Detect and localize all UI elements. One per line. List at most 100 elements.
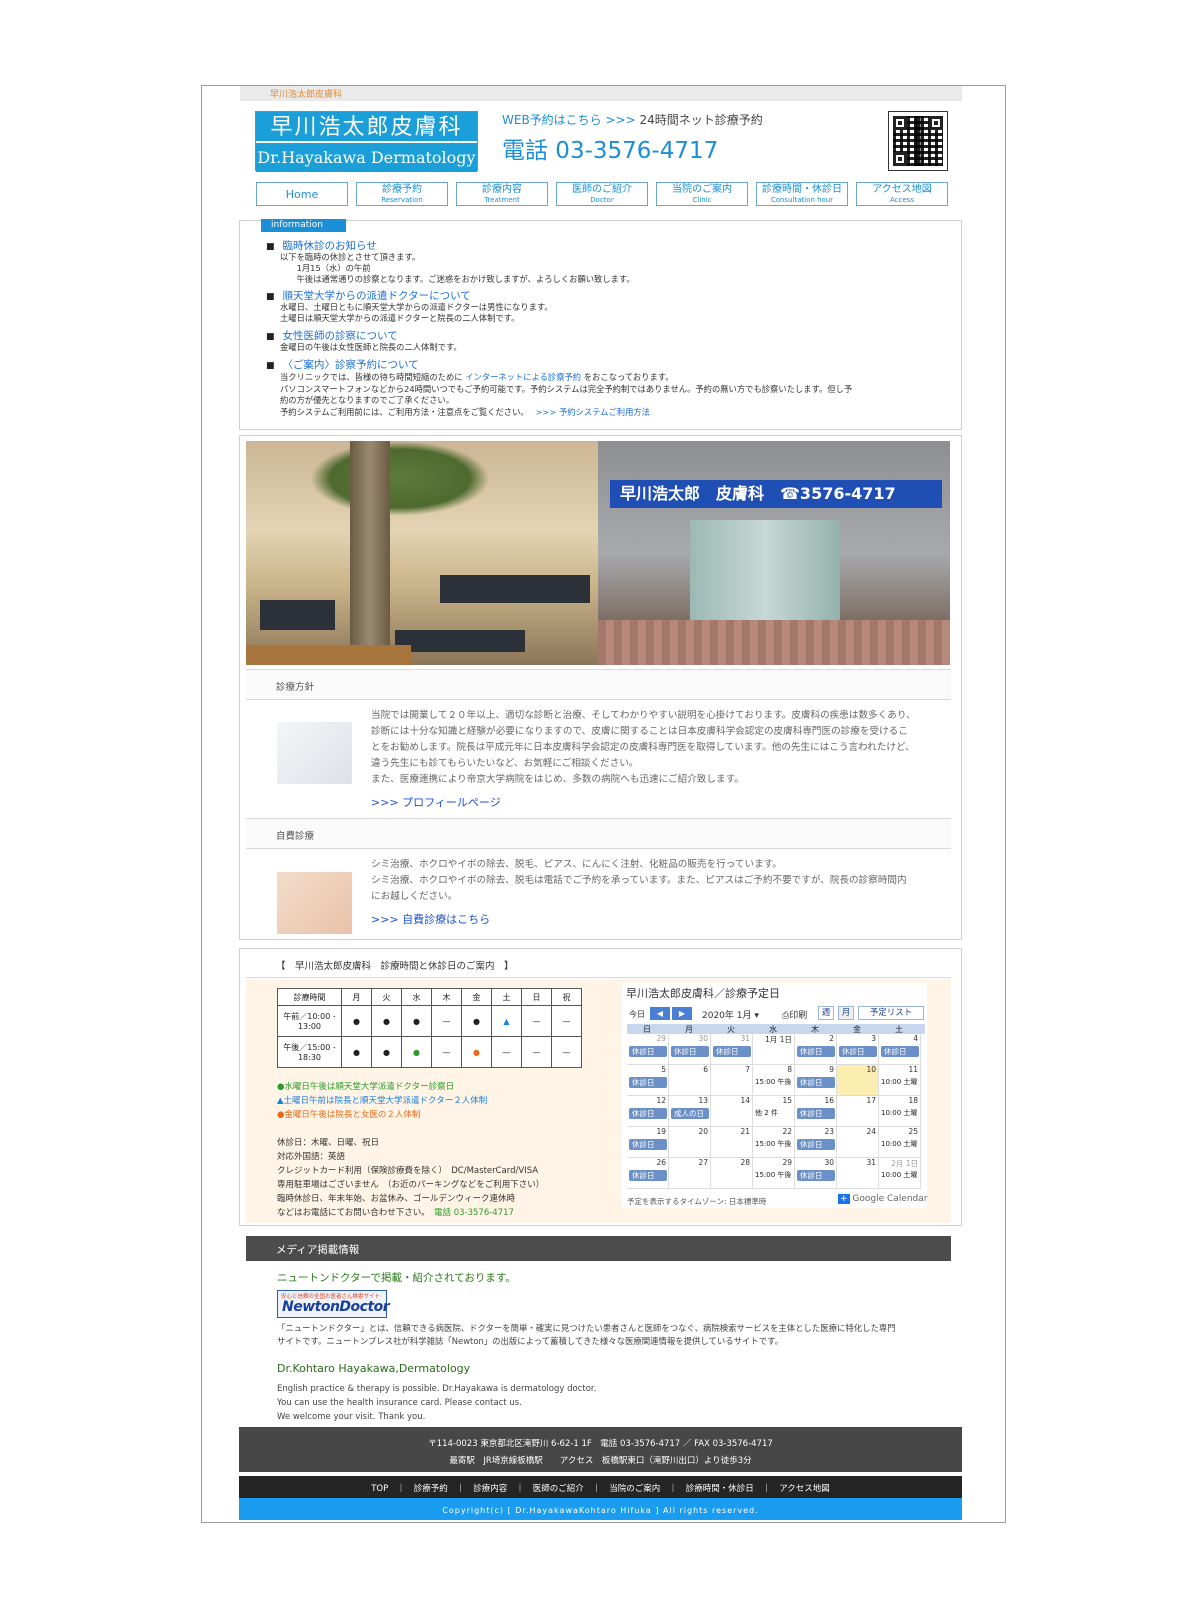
calendar-day[interactable]: 1月 1日 (753, 1034, 795, 1065)
web-reservation-link[interactable]: WEB予約はこちら >>> 24時間ネット診療予約 (502, 111, 763, 128)
calendar-list-button[interactable]: 予定リスト (858, 1006, 924, 1020)
footer-links[interactable]: TOP ｜ 診療予約 ｜ 診療内容 ｜ 医師のご紹介 ｜ 当院のご案内 ｜ 診療… (239, 1476, 962, 1498)
hours-header-cell: 祝 (551, 988, 582, 1006)
info-title-female[interactable]: ■ 女性医師の診察について (266, 328, 398, 343)
hours-header-cell: 診療時間 (277, 988, 342, 1006)
calendar-month-select[interactable]: 2020年 1月 ▾ (702, 1008, 759, 1021)
afternoon-label: 午後／15:00 -18:30 (277, 1036, 342, 1068)
calendar-event-time[interactable]: 10:00 土曜 (881, 1077, 917, 1087)
calendar-next-button[interactable]: ▶ (672, 1007, 692, 1020)
info-text: 水曜日、土曜日ともに順天堂大学からの派遣ドクターは男性になります。 (280, 302, 553, 312)
internet-reservation-link[interactable]: インターネットによる診察予約 (465, 372, 581, 382)
english-title: Dr.Kohtaro Hayakawa,Dermatology (277, 1362, 471, 1375)
nav-home[interactable]: Home (256, 182, 348, 206)
hours-cell: — (431, 1005, 462, 1037)
calendar-week-button[interactable]: 週 (818, 1006, 834, 1020)
calendar-date: 27 (698, 1158, 708, 1167)
calendar-date: 28 (740, 1158, 750, 1167)
top-strip: 早川浩太郎皮膚科 (240, 86, 962, 101)
calendar-event-time[interactable]: 他 2 件 (755, 1108, 778, 1118)
calendar-date: 22 (782, 1127, 792, 1136)
calendar-event[interactable]: 休診日 (839, 1046, 877, 1057)
hours-cell: ● (371, 1005, 402, 1037)
calendar-weekday-header: 日 月 火 水 木 金 土 (627, 1024, 925, 1034)
calendar-day[interactable]: 31 (837, 1158, 879, 1189)
calendar-print-button[interactable]: ⎙印刷 (782, 1008, 807, 1021)
nav-reservation[interactable]: 診療予約 Reservation (356, 182, 448, 206)
nav-access[interactable]: アクセス地図 Access (856, 182, 948, 206)
calendar-event[interactable]: 休診日 (629, 1108, 667, 1119)
hours-cell: ● (401, 1005, 432, 1037)
calendar-event[interactable]: 休診日 (629, 1139, 667, 1150)
calendar-date: 26 (656, 1158, 666, 1167)
calendar-day[interactable]: 21 (711, 1127, 753, 1158)
calendar-prev-button[interactable]: ◀ (650, 1007, 670, 1020)
calendar-event[interactable]: 休診日 (629, 1170, 667, 1181)
calendar-day[interactable]: 10 (837, 1065, 879, 1096)
calendar-date: 24 (866, 1127, 876, 1136)
info-title-reservation[interactable]: ■ 〈ご案内〉診察予約について (266, 357, 419, 372)
calendar-event[interactable]: 休診日 (797, 1077, 835, 1088)
hours-header-cell: 火 (371, 988, 402, 1006)
hours-cell: ● (461, 1036, 492, 1068)
calendar-event[interactable]: 休診日 (881, 1046, 919, 1057)
calendar-day[interactable]: 27 (669, 1158, 711, 1189)
doctor-image (277, 722, 352, 784)
hours-cell: ● (371, 1036, 402, 1068)
calendar-day[interactable]: 20 (669, 1127, 711, 1158)
selfpay-heading-bar: 自費診療 (246, 818, 951, 849)
note-green: ●水曜日午後は順天堂大学派遣ドクター診察日 (277, 1082, 455, 1092)
info-title-closure[interactable]: ■ 臨時休診のお知らせ (266, 238, 377, 253)
howto-link[interactable]: >>> 予約システムご利用方法 (535, 407, 650, 417)
calendar-event-time[interactable]: 10:00 土曜 (881, 1139, 917, 1149)
site-logo[interactable]: 早川浩太郎皮膚科 Dr.Hayakawa Dermatology (255, 111, 478, 172)
entrance-glass (690, 520, 840, 630)
calendar-event[interactable]: 休診日 (797, 1170, 835, 1181)
hours-cell: — (551, 1036, 582, 1068)
calendar-event[interactable]: 休診日 (797, 1139, 835, 1150)
newton-doctor-logo[interactable]: 安心と信頼の全国お医者さん検索サイト NewtonDoctor (277, 1290, 390, 1318)
calendar-today-button[interactable]: 今日 (629, 1009, 645, 1020)
face-image (277, 872, 352, 934)
calendar-date: 1月 1日 (765, 1035, 792, 1044)
calendar-day[interactable]: 7 (711, 1065, 753, 1096)
hours-detail: などはお電話にてお問い合わせ下さい。 電話 03-3576-4717 (277, 1208, 514, 1218)
nav-doctor[interactable]: 医師のご紹介 Doctor (556, 182, 648, 206)
calendar-day[interactable]: 6 (669, 1065, 711, 1096)
selfpay-link[interactable]: >>> 自費診療はこちら (371, 911, 490, 927)
selfpay-text: シミ治療、ホクロやイボの除去、脱毛、ピアス、にんにく注射、化粧品の販売を行ってい… (371, 859, 907, 902)
info-text: 午後は通常通りの診察となります。ご迷惑をおかけ致しますが、よろしくお願い致します… (280, 274, 635, 284)
calendar-event-time[interactable]: 15:00 午後 (755, 1077, 791, 1087)
google-calendar-logo[interactable]: + Google Calendar (838, 1194, 928, 1204)
nav-clinic[interactable]: 当院のご案内 Clinic (656, 182, 748, 206)
calendar-event[interactable]: 休診日 (629, 1077, 667, 1088)
calendar-date: 2 (829, 1034, 834, 1043)
calendar-day[interactable]: 14 (711, 1096, 753, 1127)
calendar-event-time[interactable]: 10:00 土曜 (881, 1170, 917, 1180)
tree-trunk (350, 441, 390, 665)
calendar-day[interactable]: 17 (837, 1096, 879, 1127)
info-text: 1月15（水）の午前 (280, 263, 371, 273)
calendar-event[interactable]: 休診日 (797, 1046, 835, 1057)
calendar-event-time[interactable]: 15:00 午後 (755, 1170, 791, 1180)
profile-link[interactable]: >>> プロフィールページ (371, 794, 501, 810)
calendar-event[interactable]: 成人の日 (671, 1108, 709, 1119)
calendar-month-button[interactable]: 月 (838, 1006, 854, 1020)
footer-address-line: 〒114-0023 東京都北区滝野川 6-62-1 1F 電話 03-3576-… (428, 1439, 773, 1449)
nav-treatment[interactable]: 診療内容 Treatment (456, 182, 548, 206)
calendar-event[interactable]: 休診日 (713, 1046, 751, 1057)
hours-cell: — (521, 1005, 552, 1037)
info-title-juntendo[interactable]: ■ 順天堂大学からの派遣ドクターについて (266, 288, 471, 303)
calendar-date: 15 (782, 1096, 792, 1105)
calendar-day[interactable]: 28 (711, 1158, 753, 1189)
nav-hours[interactable]: 診療時間・休診日 Consultation hour (756, 182, 848, 206)
calendar-event-time[interactable]: 10:00 土曜 (881, 1108, 917, 1118)
calendar-event[interactable]: 休診日 (797, 1108, 835, 1119)
footer-access-line: 最寄駅 JR埼京線板橋駅 アクセス 板橋駅東口（滝野川出口）より徒歩3分 (449, 1456, 752, 1466)
calendar-day[interactable]: 24 (837, 1127, 879, 1158)
calendar-event[interactable]: 休診日 (629, 1046, 667, 1057)
calendar-event[interactable]: 休診日 (671, 1046, 709, 1057)
calendar-date: 29 (656, 1034, 666, 1043)
calendar-event-time[interactable]: 15:00 午後 (755, 1139, 791, 1149)
hours-cell: ● (341, 1036, 372, 1068)
